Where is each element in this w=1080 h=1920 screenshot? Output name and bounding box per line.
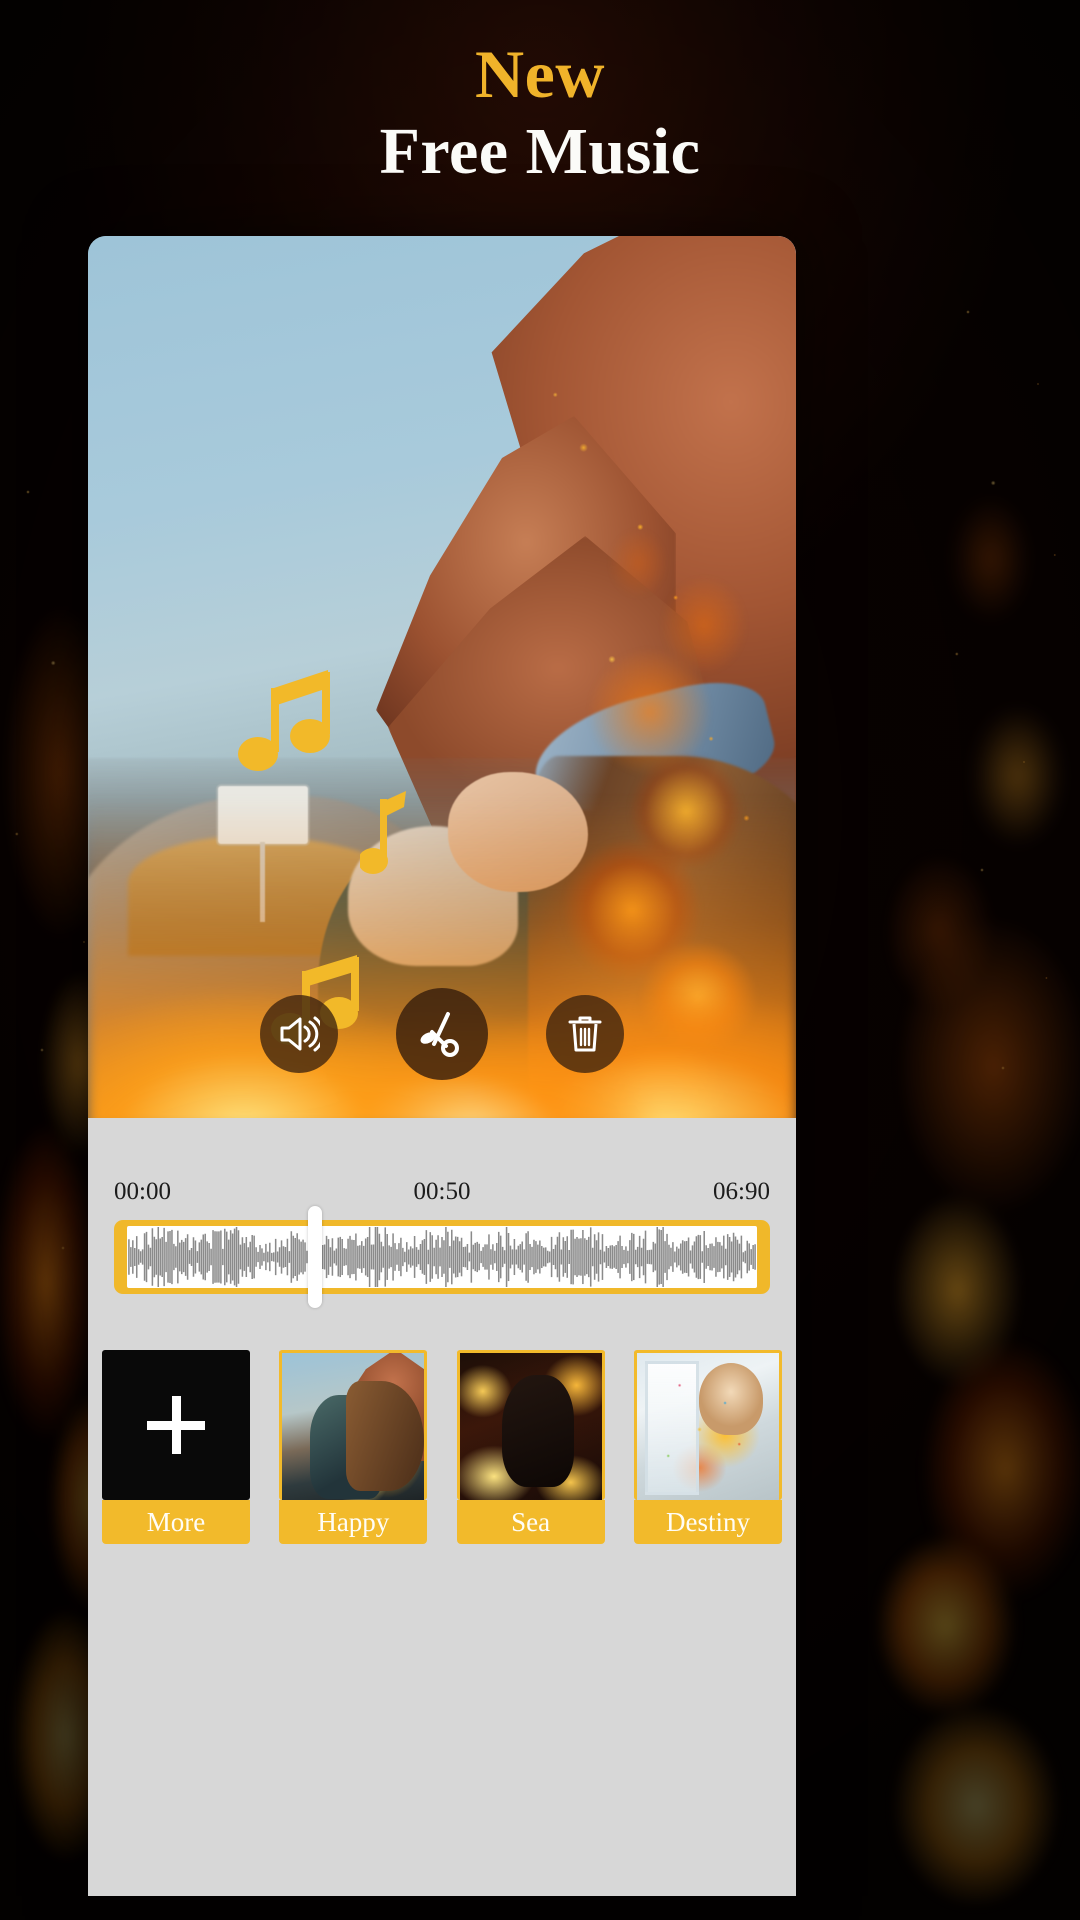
cut-button[interactable] [396,988,488,1080]
library-item-thumbnail[interactable] [633,1350,782,1500]
timeline-start-time: 00:00 [114,1178,171,1205]
promo-headline: New Free Music [0,36,1080,192]
music-note-double-icon [238,666,334,774]
scissors-icon [420,1012,459,1057]
thumbnail-artwork-sea [459,1353,602,1500]
music-library-list: More Happy Sea Destiny [102,1350,782,1544]
waveform-graphic [128,1227,756,1287]
video-preview[interactable] [88,236,796,1118]
thumb-silhouette [501,1375,574,1487]
timeline-playhead[interactable] [307,1206,322,1308]
trash-icon [568,1016,602,1052]
thumbnail-artwork-destiny [636,1353,779,1500]
library-item-label: Destiny [633,1500,782,1544]
timeline-labels: 00:00 00:50 06:90 [114,1178,770,1212]
headline-line-2: Free Music [379,115,701,188]
library-item-happy[interactable]: Happy [279,1350,428,1544]
library-item-sea[interactable]: Sea [456,1350,605,1544]
timeline-end-time: 06:90 [713,1178,770,1205]
editor-lower-panel: 00:00 00:50 06:90 More Happy Sea Destiny [88,1118,796,1896]
library-item-thumbnail[interactable] [456,1350,605,1500]
library-item-label: Happy [279,1500,428,1544]
speaker-volume-icon [280,1016,320,1052]
library-item-thumbnail[interactable] [279,1350,428,1500]
headline-line-1: New [475,36,605,112]
thumb-confetti [636,1353,779,1500]
library-item-label: Sea [456,1500,605,1544]
delete-button[interactable] [546,995,624,1073]
library-item-label: More [102,1500,250,1544]
thumbnail-artwork-happy [282,1353,425,1500]
library-item-destiny[interactable]: Destiny [633,1350,782,1544]
add-more-tile[interactable] [102,1350,250,1500]
volume-button[interactable] [260,995,338,1073]
app-screen-panel: 00:00 00:50 06:90 More Happy Sea Destiny [88,236,796,1896]
waveform-track[interactable] [114,1206,770,1308]
library-item-more[interactable]: More [102,1350,250,1544]
audio-timeline[interactable]: 00:00 00:50 06:90 [114,1178,770,1308]
timeline-mid-time: 00:50 [413,1178,471,1205]
preview-action-bar [88,988,796,1080]
waveform-canvas [127,1226,757,1288]
plus-icon [147,1396,205,1454]
music-note-single-icon [360,791,412,883]
